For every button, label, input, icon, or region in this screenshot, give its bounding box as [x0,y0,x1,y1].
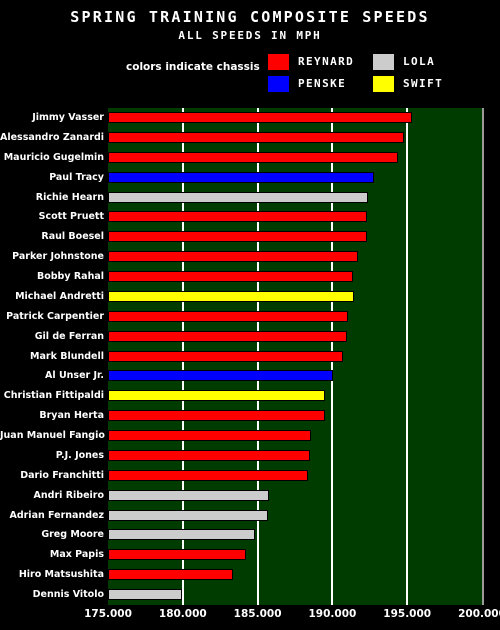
bar [108,251,358,263]
bar-row [108,247,482,267]
bar [108,390,325,402]
x-tick-label: 195.000 [383,608,432,620]
bar-row [108,108,482,128]
bar-row [108,347,482,367]
bar [108,171,375,183]
page-title: SPRING TRAINING COMPOSITE SPEEDS [70,8,430,26]
bar-row [108,386,482,406]
chart-page: SPRING TRAINING COMPOSITE SPEEDS ALL SPE… [0,0,500,630]
bar [108,271,354,283]
legend-swatch-lola [373,54,394,70]
category-label: Scott Pruett [38,211,104,223]
category-label: Greg Moore [41,529,104,541]
legend-label-penske: PENSKE [298,77,347,90]
category-label: Paul Tracy [49,171,104,183]
bar-row [108,565,482,585]
bar-row [108,585,482,605]
bar-row [108,227,482,247]
bar-row [108,426,482,446]
bar-row [108,486,482,506]
bar [108,310,349,322]
category-label: Patrick Carpentier [6,310,104,322]
category-label: Mauricio Gugelmin [3,151,104,163]
x-tick-label: 190.000 [308,608,357,620]
category-label: Dennis Vitolo [32,589,104,601]
bar [108,290,355,302]
category-label: Gil de Ferran [34,330,104,342]
category-label: Michael Andretti [15,290,104,302]
plot-area [108,108,484,605]
chart-legend: colors indicate chassis REYNARD PENSKE L… [0,52,500,94]
category-label: Bobby Rahal [36,271,104,283]
category-label: Adrian Fernandez [9,509,104,521]
bar [108,131,405,143]
bar [108,589,183,601]
bar-row [108,525,482,545]
bar-row [108,446,482,466]
bar [108,410,325,422]
bar [108,330,347,342]
bar [108,489,269,501]
category-label: Bryan Herta [39,410,104,422]
bar-row [108,545,482,565]
category-label: Max Papis [49,549,104,561]
bar-row [108,506,482,526]
bar-row [108,148,482,168]
legend-swatch-swift [373,76,394,92]
x-tick-label: 180.000 [158,608,207,620]
category-label: Dario Franchitti [20,469,104,481]
category-label: Hiro Matsushita [18,569,104,581]
legend-label-swift: SWIFT [403,77,444,90]
category-label: Parker Johnstone [12,251,104,263]
x-axis: 175.000 180.000 185.000 190.000 195.000 200.0… [0,608,500,628]
bar [108,529,255,541]
category-label: Juan Manuel Fangio [0,430,105,442]
x-tick-label: 200.000 [458,608,500,620]
bar [108,151,399,163]
category-label: P.J. Jones [55,449,104,461]
bar [108,509,269,521]
bar [108,350,343,362]
category-axis-labels: Jimmy Vasser Alessandro Zanardi Mauricio G… [0,108,105,605]
bar [108,569,233,581]
category-label: Andri Ribeiro [33,489,104,501]
category-label: Christian Fittipaldi [3,390,104,402]
bar [108,430,312,442]
legend-swatch-reynard [268,54,289,70]
legend-label-lola: LOLA [403,55,436,68]
bar-row [108,406,482,426]
bar-row [108,207,482,227]
legend-caption: colors indicate chassis [126,61,260,73]
bar [108,231,367,243]
bar [108,112,412,123]
bar-row [108,267,482,287]
legend-label-reynard: REYNARD [298,55,355,68]
bar-row [108,128,482,148]
bar-row [108,307,482,327]
x-tick-label: 175.000 [84,608,132,620]
bar [108,370,334,382]
legend-swatch-penske [268,76,289,92]
bar-row [108,287,482,307]
bar-row [108,188,482,208]
category-label: Mark Blundell [30,350,104,362]
bar-row [108,366,482,386]
bar [108,191,369,203]
category-label: Al Unser Jr. [45,370,104,382]
bar-row [108,168,482,188]
bar-row [108,466,482,486]
bar-row [108,327,482,347]
x-tick-label: 185.000 [233,608,282,620]
bar [108,449,310,461]
bar [108,469,308,481]
category-label: Richie Hearn [35,191,104,203]
page-subtitle: ALL SPEEDS IN MPH [178,29,322,42]
category-label: Jimmy Vasser [32,112,104,123]
category-label: Raul Boesel [41,231,104,243]
bar [108,211,367,223]
category-label: Alessandro Zanardi [0,131,105,143]
bar [108,549,246,561]
